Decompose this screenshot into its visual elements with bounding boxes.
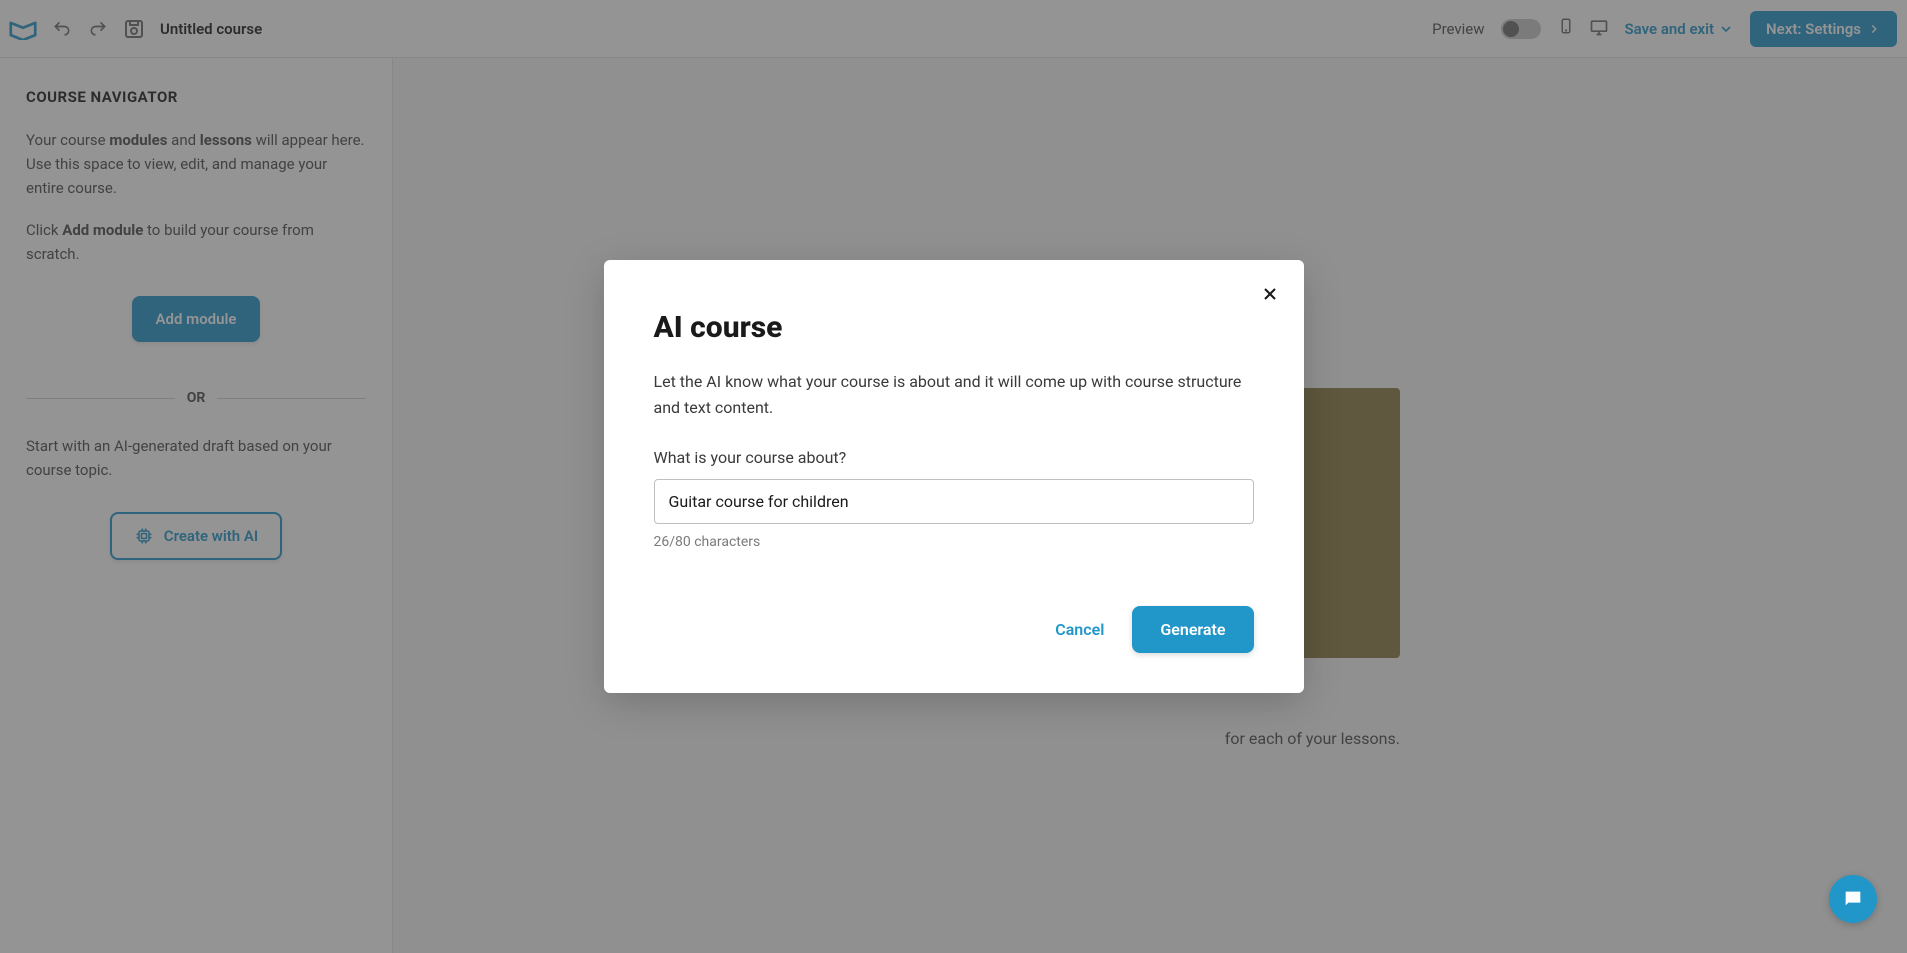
cancel-button[interactable]: Cancel: [1055, 620, 1104, 639]
close-icon: [1260, 284, 1280, 304]
character-count: 26/80 characters: [654, 534, 1254, 550]
chat-icon: [1842, 888, 1864, 910]
close-button[interactable]: [1258, 282, 1282, 306]
course-topic-input[interactable]: [654, 479, 1254, 524]
ai-course-modal: AI course Let the AI know what your cour…: [604, 260, 1304, 693]
modal-input-label: What is your course about?: [654, 448, 1254, 467]
generate-button[interactable]: Generate: [1132, 606, 1253, 653]
modal-description: Let the AI know what your course is abou…: [654, 369, 1254, 420]
modal-overlay: AI course Let the AI know what your cour…: [0, 0, 1907, 953]
chat-fab-button[interactable]: [1829, 875, 1877, 923]
modal-actions: Cancel Generate: [654, 606, 1254, 653]
modal-title: AI course: [654, 310, 1254, 345]
